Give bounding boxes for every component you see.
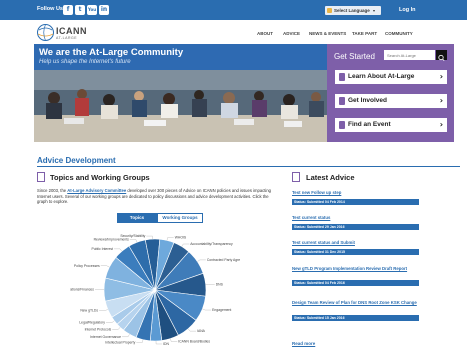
linkedin-icon[interactable]: in [99,5,109,15]
translate-icon [327,8,332,13]
pie-slice-label: Security/Stability [120,234,145,238]
pie-slice-label: Operations/Finances [70,288,94,292]
find-event-label: Find an Event [348,121,391,128]
pie-slice-label: Internet Protocols [85,327,112,331]
hero-banner: We are the At-Large Community Help us sh… [34,44,327,142]
youtube-icon[interactable]: You [87,5,97,15]
desc-prefix: Since 2003, the [37,188,68,193]
pie-leader-line [170,338,178,342]
pie-leader-line [122,334,130,337]
section-divider [37,166,460,167]
hero-title-band: We are the At-Large Community Help us sh… [34,44,327,70]
pie-leader-line [100,265,110,268]
advice-item-title[interactable]: Test current status and Submit [292,240,422,246]
pie-slice-label: Contracted Party Agreements [207,258,240,262]
pie-leader-line [197,259,206,262]
advice-item-status: Status: Submitted 15 Jan 2016 [292,315,419,321]
pie-slice-label: New gTLDs [80,309,98,313]
pie-slice-label: Accountability/Transparency [190,242,233,246]
pie-slice-label: Public Interest [91,247,113,251]
advice-item-title[interactable]: Design Team Review of Plan for DNS Root … [292,300,422,306]
tab-topics[interactable]: Topics [117,213,157,223]
logo-subtext: AT-LARGE [56,36,78,40]
pie-slice-label: Legal/Regulatory [79,321,105,325]
book-icon [339,73,345,81]
pie-leader-line [166,237,174,241]
get-involved-button[interactable]: Get Involved › [335,94,447,108]
latest-advice-title: Latest Advice [306,173,355,182]
icann-logo[interactable]: ICANN AT-LARGE [36,23,96,43]
nav-about[interactable]: ABOUT [257,31,273,36]
pie-leader-line [146,235,153,240]
follow-us-label: Follow Us: [37,6,65,12]
search-button[interactable] [436,50,447,61]
pie-leader-line [113,248,123,252]
document-icon [292,172,300,182]
search-input[interactable] [384,50,435,60]
advice-section-title: Advice Development [37,156,116,165]
pie-leader-line [136,339,144,343]
topics-description: Since 2003, the At-Large Advisory Commit… [37,188,275,205]
advice-item-status: Status: Submitted 29 Jan 2016 [292,224,419,230]
tab-working-groups[interactable]: Working Groups [157,213,203,223]
twitter-icon[interactable]: t [75,5,85,15]
login-link[interactable]: Log In [399,7,416,13]
topics-pie-chart[interactable]: Accountability/Transparency Contracted Pa… [70,228,240,353]
top-bar: Follow Us: f t You in Select Language ▾ … [0,0,467,20]
learn-about-label: Learn About At-Large [348,73,415,80]
checkbox-icon [339,97,345,105]
pie-slice-label: Intellectual Property [105,340,135,344]
pie-slice-label: ICANN Board/Bodies [178,340,210,344]
pie-leader-line [187,328,197,332]
get-started-panel: Get Started Learn About At-Large › Get I… [327,44,454,142]
language-select[interactable]: Select Language ▾ [325,6,382,15]
facebook-icon[interactable]: f [63,5,73,15]
nav-community[interactable]: COMMUNITY [385,31,413,36]
nav-advice[interactable]: ADVICE [283,31,300,36]
alac-link[interactable]: At-Large Advisory Committee [67,188,126,193]
read-more-link[interactable]: Read more [292,341,315,346]
hero-title: We are the At-Large Community [39,47,184,58]
pie-slice-label: Engagement [212,308,231,312]
logo-text: ICANN [56,26,87,36]
get-involved-label: Get Involved [348,97,388,104]
chevron-right-icon: › [439,96,443,105]
pie-leader-line [202,308,212,311]
get-started-title: Get Started [334,52,375,61]
find-event-button[interactable]: Find an Event › [335,118,447,132]
search-icon [438,54,445,61]
learn-about-button[interactable]: Learn About At-Large › [335,70,447,84]
chevron-right-icon: › [439,120,443,129]
advice-item-title[interactable]: Test current status [292,215,422,221]
nav-take-part[interactable]: TAKE PART [352,31,377,36]
nav-news-events[interactable]: NEWS & EVENTS [309,31,346,36]
advice-item-title[interactable]: Test new Follow up step [292,190,422,196]
globe-logo-icon [37,24,54,41]
chevron-right-icon: › [439,72,443,81]
pie-slice-label: Reviews/Improvements [94,238,130,242]
advice-item-title[interactable]: New gTLD Program Implementation Review D… [292,266,422,272]
calendar-icon [339,121,345,129]
advice-item-status: Status: Submitted 04 Feb 2014 [292,199,419,205]
advice-item-status: Status: Submitted 31 Dec 2015 [292,249,419,255]
pie-slice-label: DNS [216,282,224,286]
advice-item-status: Status: Submitted 04 Feb 2016 [292,280,419,286]
pie-slice-label: Internet Governance [90,335,121,339]
pie-slice-label: Policy Processes [74,264,100,268]
pie-leader-line [112,327,121,330]
topics-title: Topics and Working Groups [50,173,150,182]
pie-slice-label: WHOIS [175,236,187,240]
pie-leader-line [155,340,163,345]
pie-leader-line [99,309,108,311]
document-icon [37,172,45,182]
pie-leader-line [105,320,115,323]
pie-slice-label: IDN [163,342,169,346]
pie-leader-line [181,243,190,247]
chevron-down-icon: ▾ [373,8,376,13]
hero-subtitle: Help us shape the Internet's future [39,59,131,65]
conference-photo [34,70,327,142]
pie-leader-line [129,239,138,243]
language-select-label: Select Language [334,8,370,13]
pie-slice-label: IANA [197,329,206,333]
